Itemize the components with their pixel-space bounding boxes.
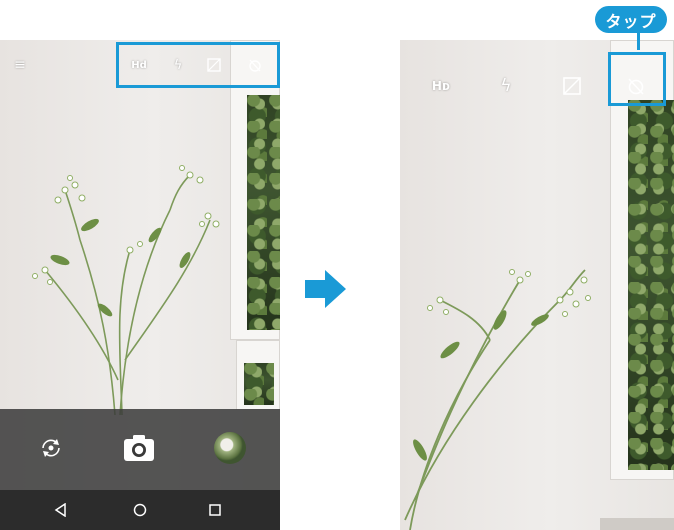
menu-icon[interactable]: ≡ — [10, 55, 30, 75]
bottom-edge-strip — [600, 518, 674, 530]
camera-controls — [0, 409, 280, 490]
window-foliage — [247, 95, 280, 330]
recents-icon[interactable] — [205, 500, 225, 520]
exposure-icon[interactable] — [560, 74, 584, 98]
camera-screen-zoomed: Hᴅ ϟ — [400, 40, 674, 530]
camera-screen-before: ≡ Hⅾ ϟ — [0, 40, 280, 530]
arrow-right-icon — [305, 270, 346, 308]
flower-plant — [404, 269, 591, 530]
tap-label: タップ — [595, 6, 667, 33]
highlight-timer-icon — [608, 52, 666, 106]
hdr-off-icon[interactable]: Hᴅ — [426, 74, 456, 98]
flower-plant — [32, 165, 220, 416]
window-foliage — [628, 100, 674, 470]
system-nav-bar — [0, 490, 280, 530]
window-foliage-lower — [244, 363, 274, 405]
switch-camera-icon[interactable] — [37, 434, 65, 462]
flash-off-icon[interactable]: ϟ — [494, 74, 518, 98]
home-icon[interactable] — [130, 500, 150, 520]
gallery-thumbnail[interactable] — [214, 432, 246, 464]
back-icon[interactable] — [51, 500, 71, 520]
tap-connector-line — [637, 32, 640, 50]
highlight-top-icons — [116, 42, 280, 88]
shutter-button[interactable] — [121, 431, 157, 465]
